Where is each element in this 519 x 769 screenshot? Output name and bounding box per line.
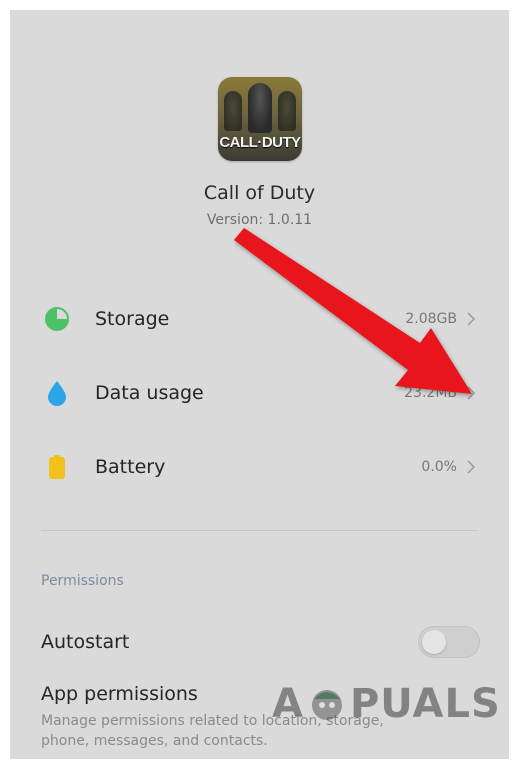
battery-value: 0.0% xyxy=(421,459,457,475)
icon-figure-right xyxy=(278,91,296,131)
autostart-label: Autostart xyxy=(41,631,130,653)
battery-label: Battery xyxy=(95,456,166,478)
storage-label: Storage xyxy=(95,308,170,330)
app-permissions-label[interactable]: App permissions xyxy=(41,683,198,705)
chevron-right-icon xyxy=(463,385,479,401)
toggle-knob xyxy=(422,630,446,654)
app-version: Version: 1.0.11 xyxy=(206,212,313,228)
appuals-watermark: A PUALS xyxy=(272,680,501,728)
autostart-toggle[interactable] xyxy=(418,626,480,658)
data-usage-row[interactable]: Data usage 23.2MB xyxy=(10,363,509,423)
pie-chart-icon xyxy=(44,306,70,332)
watermark-text-left: A xyxy=(272,681,304,727)
data-usage-value: 23.2MB xyxy=(404,385,457,401)
chevron-right-icon xyxy=(463,459,479,475)
app-info-screen: CALL·DUTY Call of Duty Version: 1.0.11 S… xyxy=(10,10,509,759)
battery-icon xyxy=(44,454,70,480)
chevron-right-icon xyxy=(463,311,479,327)
data-usage-label: Data usage xyxy=(95,382,204,404)
app-icon: CALL·DUTY xyxy=(218,77,302,161)
storage-row[interactable]: Storage 2.08GB xyxy=(10,289,509,349)
battery-row[interactable]: Battery 0.0% xyxy=(10,437,509,497)
storage-value: 2.08GB xyxy=(405,311,457,327)
watermark-text-right: PUALS xyxy=(349,681,501,727)
icon-figure-left xyxy=(224,91,242,131)
water-drop-icon xyxy=(44,380,70,406)
mascot-icon xyxy=(311,690,342,720)
app-name: Call of Duty xyxy=(203,182,316,204)
permissions-section-title: Permissions xyxy=(41,573,124,589)
app-icon-logo-text: CALL·DUTY xyxy=(219,134,301,151)
section-divider xyxy=(41,530,478,531)
icon-figure-center xyxy=(248,83,272,133)
